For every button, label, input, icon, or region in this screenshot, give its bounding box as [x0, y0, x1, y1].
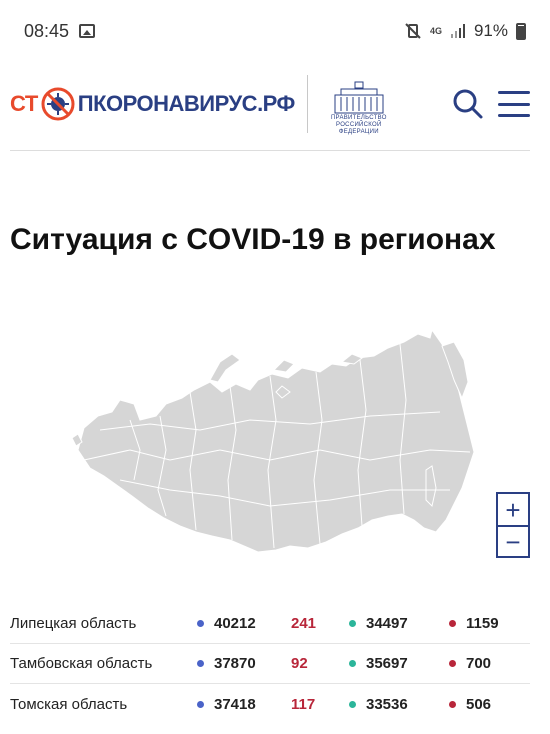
deaths-value: 506 [466, 695, 492, 713]
region-name: Тамбовская область [10, 655, 153, 672]
deaths-cell: 700 [449, 655, 529, 672]
search-icon[interactable] [452, 88, 484, 120]
recovered-cell: 33536 [349, 696, 449, 713]
site-logo[interactable]: СТ ПКОРОНАВИРУС.РФ [10, 86, 295, 122]
recovered-value: 34497 [366, 615, 408, 632]
recovered-cell: 34497 [349, 615, 449, 632]
menu-line [498, 114, 530, 117]
government-emblem[interactable]: ПРАВИТЕЛЬСТВО РОССИЙСКОЙ ФЕДЕРАЦИИ [320, 72, 398, 136]
total-cases-value: 37418 [214, 695, 256, 713]
deaths-value: 700 [466, 655, 492, 672]
recovered-dot [349, 700, 356, 708]
image-notification-icon [79, 24, 96, 38]
menu-line [498, 91, 530, 94]
deaths-dot [449, 700, 456, 708]
recovered-value: 35697 [366, 655, 408, 672]
status-right: 4G 91% [404, 21, 526, 41]
government-label-line3: ФЕДЕРАЦИИ [338, 129, 379, 135]
regions-table: Липецкая область 40212 241 34497 1159 Та… [10, 604, 530, 724]
table-row[interactable]: Тамбовская область 37870 92 35697 700 [10, 644, 530, 684]
total-cases-value: 40212 [214, 615, 256, 632]
logo-text-part1: СТ [10, 91, 38, 116]
total-cases-cell: 40212 [197, 615, 291, 632]
header-divider [306, 75, 308, 133]
deaths-value: 1159 [466, 615, 499, 632]
new-cases-value: 241 [291, 615, 317, 632]
map-novaya-zemlya[interactable] [209, 353, 241, 383]
russia-regions-map[interactable] [70, 320, 500, 570]
deaths-dot [449, 660, 456, 667]
status-time: 08:45 [24, 20, 70, 41]
recovered-value: 33536 [366, 695, 408, 713]
recovered-dot [349, 620, 356, 627]
battery-icon [516, 22, 526, 40]
total-cases-dot [197, 700, 204, 708]
government-label: ПРАВИТЕЛЬСТВО РОССИЙСКОЙ ФЕДЕРАЦИИ [331, 115, 387, 136]
deaths-cell: 506 [449, 696, 529, 713]
logo-text-part2: ПКОРОНАВИРУС.РФ [77, 91, 296, 116]
total-cases-dot [197, 660, 204, 667]
hamburger-menu-icon[interactable] [498, 91, 530, 117]
virus-stop-icon [41, 87, 75, 121]
zoom-in-button[interactable]: + [498, 494, 528, 525]
new-cases-value: 117 [291, 695, 316, 713]
zoom-out-button[interactable]: − [498, 525, 528, 556]
table-row[interactable]: Томская область 37418 117 33536 506 [10, 684, 530, 724]
signal-icon [450, 24, 465, 38]
government-label-line1: ПРАВИТЕЛЬСТВО [330, 115, 387, 121]
recovered-dot [349, 660, 356, 667]
mute-vibrate-icon [405, 23, 421, 39]
deaths-dot [449, 620, 456, 627]
total-cases-cell: 37870 [197, 655, 291, 672]
map-zoom-controls: + − [496, 492, 530, 558]
region-name: Липецкая область [10, 615, 137, 632]
network-type: 4G [429, 25, 442, 36]
government-building-icon [334, 81, 384, 114]
total-cases-cell: 37418 [197, 696, 291, 713]
government-label-line2: РОССИЙСКОЙ [336, 122, 382, 128]
new-cases-value: 92 [291, 655, 308, 672]
region-name: Томская область [10, 695, 128, 713]
site-header: СТ ПКОРОНАВИРУС.РФ ПРАВИТЕЛЬСТВО РОССИЙС… [10, 68, 530, 140]
total-cases-dot [197, 620, 204, 627]
battery-percent: 91% [473, 21, 508, 40]
menu-line [498, 102, 530, 106]
page-title: Ситуация с COVID-19 в регионах [10, 223, 496, 256]
table-row[interactable]: Липецкая область 40212 241 34497 1159 [10, 604, 530, 644]
recovered-cell: 35697 [349, 655, 449, 672]
header-divider-line [10, 150, 530, 151]
deaths-cell: 1159 [449, 615, 529, 632]
total-cases-value: 37870 [214, 655, 256, 672]
status-bar: 08:45 4G 91% [0, 0, 550, 62]
